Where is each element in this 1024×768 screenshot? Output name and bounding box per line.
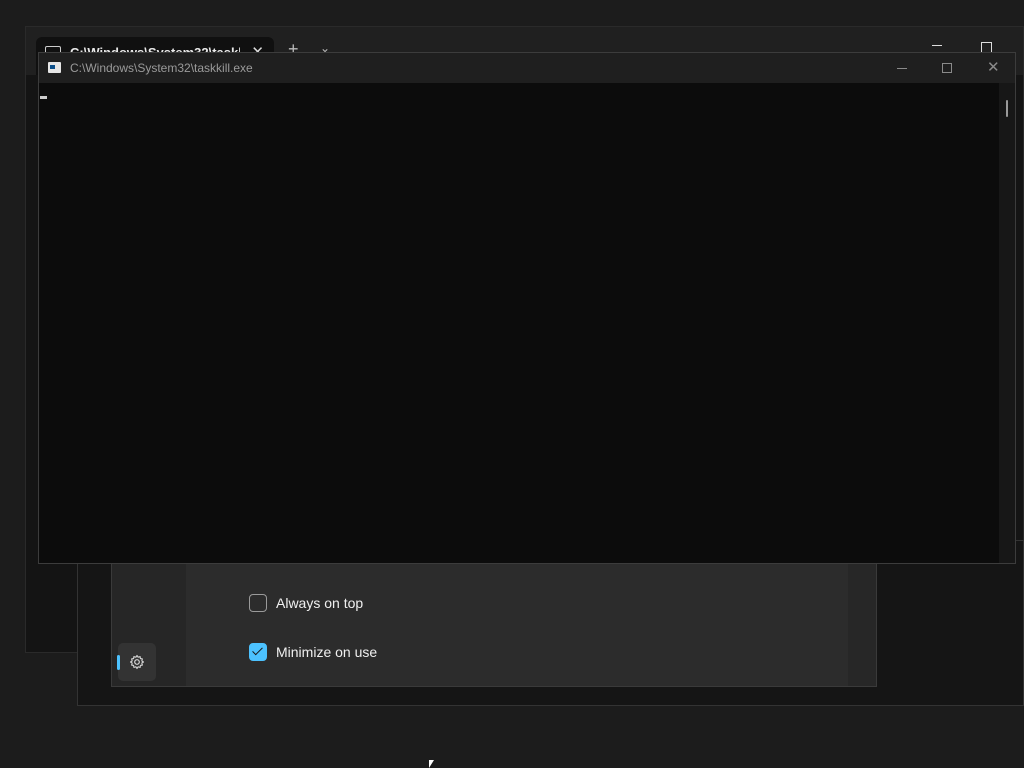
scrollbar-thumb[interactable] <box>1006 100 1008 117</box>
always-on-top-label: Always on top <box>276 595 364 611</box>
console-app-icon <box>48 62 61 73</box>
close-icon: ✕ <box>987 59 1000 76</box>
taskkill-console-window: C:\Windows\System32\taskkill.exe ✕ <box>38 52 1016 564</box>
mouse-pointer-icon <box>429 760 434 768</box>
console-title-bar[interactable]: C:\Windows\System32\taskkill.exe ✕ <box>39 53 1015 83</box>
minimize-icon[interactable] <box>932 45 942 46</box>
minimize-button[interactable] <box>879 53 925 83</box>
minimize-on-use-label: Minimize on use <box>276 644 378 660</box>
text-cursor <box>40 96 47 99</box>
always-on-top-option[interactable]: Always on top <box>249 594 363 612</box>
maximize-button[interactable] <box>924 53 970 83</box>
always-on-top-checkbox[interactable] <box>249 594 267 612</box>
console-scrollbar[interactable] <box>999 83 1015 563</box>
close-button[interactable]: ✕ <box>970 53 1016 83</box>
gear-icon <box>129 654 145 670</box>
console-output-area[interactable] <box>39 83 999 563</box>
console-title: C:\Windows\System32\taskkill.exe <box>70 61 253 75</box>
selection-indicator <box>117 655 120 670</box>
minimize-on-use-checkbox[interactable] <box>249 643 267 661</box>
settings-nav-item[interactable] <box>117 643 156 681</box>
minimize-on-use-option[interactable]: Minimize on use <box>249 643 377 661</box>
